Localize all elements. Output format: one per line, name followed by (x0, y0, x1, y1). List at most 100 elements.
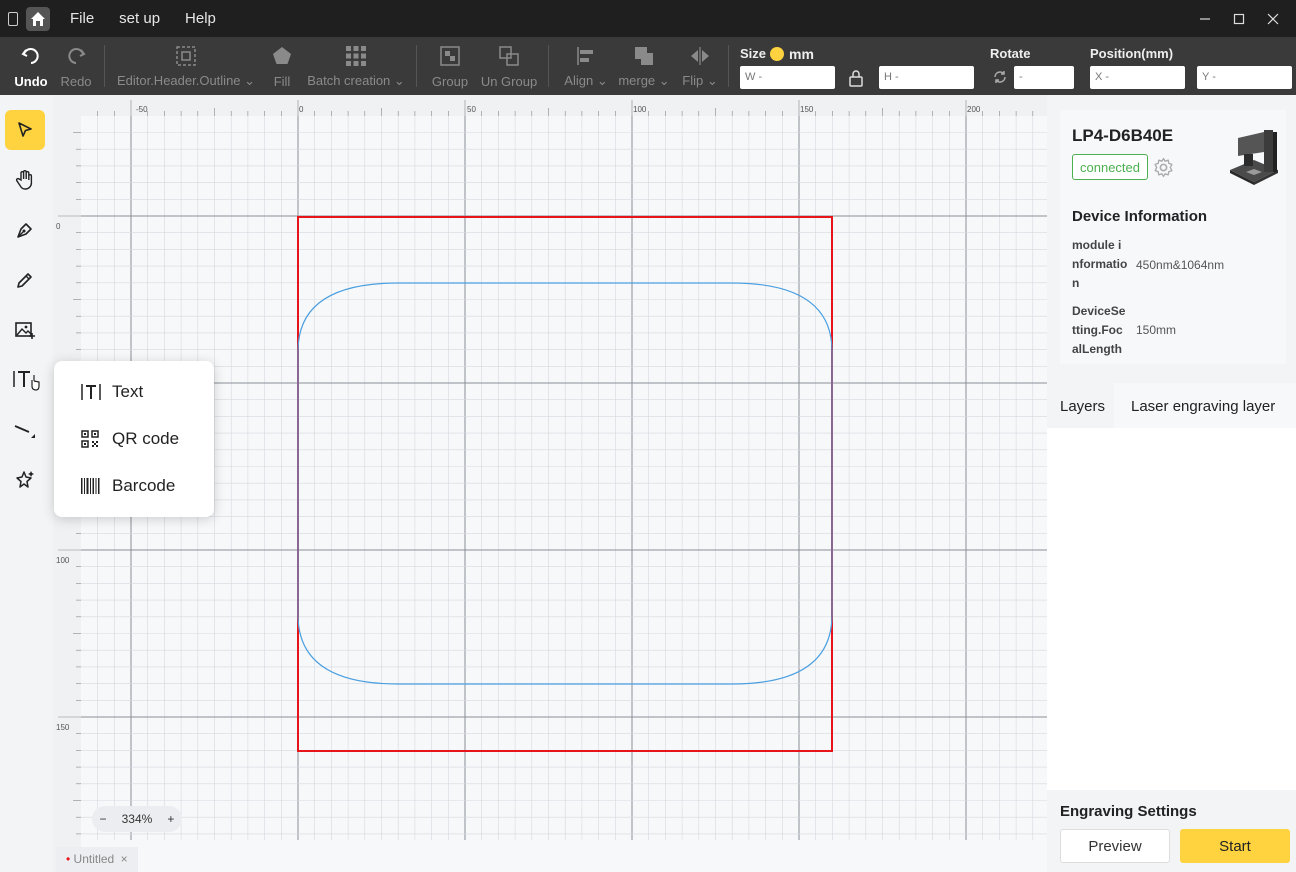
rotate-label: Rotate (990, 46, 1031, 61)
maximize-button[interactable] (1222, 0, 1256, 37)
ungroup-label: Un Group (480, 74, 538, 89)
chevron-down-icon: ⌄ (390, 73, 405, 88)
pencil-icon (17, 273, 32, 288)
toolbar-divider (728, 45, 729, 87)
width-input[interactable]: W - (740, 66, 835, 89)
pencil-tool[interactable] (5, 260, 45, 300)
ungroup-button[interactable]: Un Group (478, 37, 540, 95)
batch-label: Batch creation ⌄ (307, 73, 405, 88)
magic-tool[interactable] (5, 460, 45, 500)
ruler-label: 150 (56, 723, 70, 732)
grid-icon (346, 46, 366, 66)
close-tab-icon[interactable]: × (121, 852, 128, 866)
undo-icon (21, 48, 39, 64)
info-key-focal-length: DeviceSetting.FocalLength (1072, 304, 1126, 356)
flip-icon (691, 47, 709, 65)
merge-button[interactable]: merge ⌄ (614, 37, 674, 95)
height-input[interactable]: H - (879, 66, 974, 89)
select-tool[interactable] (5, 110, 45, 150)
undo-button[interactable]: Undo (8, 37, 54, 95)
qr-code-icon (81, 430, 99, 448)
line-tool[interactable] (5, 410, 45, 450)
fill-label: Fill (273, 74, 291, 89)
tab-laser-engraving-layer[interactable]: Laser engraving layer (1131, 383, 1275, 428)
pen-tool[interactable] (5, 210, 45, 250)
popup-item-qr-code[interactable]: QR code (80, 427, 179, 451)
chevron-down-icon: ⌄ (703, 73, 718, 88)
popup-item-label: Barcode (112, 476, 176, 495)
ruler-label: 0 (56, 222, 61, 231)
popup-item-barcode[interactable]: Barcode (80, 474, 175, 498)
barcode-icon (81, 478, 100, 494)
undo-label: Undo (14, 74, 48, 89)
minimize-button[interactable] (1188, 0, 1222, 37)
ruler-label: 0 (299, 105, 304, 114)
laser-engraver-device-icon (1230, 130, 1278, 185)
align-icon (577, 47, 593, 65)
text-tool-popup: Text QR code Barcode (54, 361, 214, 517)
menu-setup[interactable]: set up (119, 10, 160, 27)
hand-tool[interactable] (5, 160, 45, 200)
pen-nib-icon (17, 223, 32, 238)
unit-toggle[interactable] (770, 47, 784, 61)
ruler-label: -50 (136, 105, 148, 114)
text-tool[interactable] (5, 360, 45, 400)
hand-icon (15, 170, 33, 190)
popup-item-text[interactable]: Text (80, 380, 143, 404)
x-input[interactable]: X - (1090, 66, 1185, 89)
left-toolbar (0, 95, 53, 872)
ruler-label: 50 (467, 105, 476, 114)
align-label: Align ⌄ (564, 73, 608, 88)
outline-button[interactable]: Editor.Header.Outline ⌄ (116, 37, 256, 95)
redo-button[interactable]: Redo (56, 37, 96, 95)
file-tab-name: Untitled (73, 852, 115, 866)
position-label: Position(mm) (1090, 46, 1174, 61)
zoom-level: 334% (121, 812, 153, 826)
sparkle-star-icon (16, 471, 34, 488)
title-bar: File set up Help (0, 0, 1296, 37)
ruler-label: 150 (800, 105, 814, 114)
flip-label: Flip ⌄ (682, 73, 718, 88)
file-tab[interactable]: • Untitled × (56, 847, 138, 872)
batch-creation-button[interactable]: Batch creation ⌄ (306, 37, 406, 95)
app-logo-icon (8, 11, 18, 26)
gear-icon[interactable] (1153, 157, 1174, 178)
ruler-label: 200 (967, 105, 981, 114)
lock-icon[interactable] (848, 69, 864, 87)
merge-icon (635, 47, 653, 65)
size-label: Size (740, 46, 767, 61)
align-button[interactable]: Align ⌄ (560, 37, 612, 95)
connection-status-badge: connected (1072, 154, 1148, 180)
zoom-out-button[interactable]: − (100, 812, 107, 826)
toolbar-divider (416, 45, 417, 87)
zoom-in-button[interactable]: + (167, 812, 174, 826)
y-input[interactable]: Y - (1197, 66, 1292, 89)
tab-layers[interactable]: Layers (1060, 383, 1105, 428)
group-button[interactable]: Group (428, 37, 472, 95)
menu-file[interactable]: File (70, 10, 94, 27)
flip-button[interactable]: Flip ⌄ (678, 37, 722, 95)
outline-label: Editor.Header.Outline ⌄ (116, 73, 256, 88)
minimize-icon (1200, 17, 1210, 20)
unsaved-dot-icon: • (66, 852, 71, 866)
rotate-input[interactable]: - (1014, 66, 1074, 89)
start-button[interactable]: Start (1180, 829, 1290, 863)
group-icon (440, 46, 460, 66)
device-name: LP4-D6B40E (1072, 126, 1174, 145)
device-info-title: Device Information (1072, 208, 1208, 225)
toolbar: Undo Redo Editor.Header.Outline ⌄ Fill B… (0, 37, 1296, 95)
fill-button[interactable]: Fill (266, 37, 298, 95)
engraving-settings-title: Engraving Settings (1060, 803, 1197, 820)
home-button[interactable] (26, 6, 50, 31)
outline-icon (176, 46, 196, 66)
layers-list (1047, 428, 1296, 790)
merge-label: merge ⌄ (618, 73, 670, 88)
menu-help[interactable]: Help (185, 10, 216, 27)
image-tool[interactable] (5, 310, 45, 350)
cursor-arrow-icon (18, 122, 32, 137)
chevron-down-icon: ⌄ (240, 73, 256, 88)
close-window-button[interactable] (1256, 0, 1290, 37)
preview-button[interactable]: Preview (1060, 829, 1170, 863)
chevron-down-icon: ⌄ (655, 73, 670, 88)
image-add-icon (15, 322, 35, 339)
